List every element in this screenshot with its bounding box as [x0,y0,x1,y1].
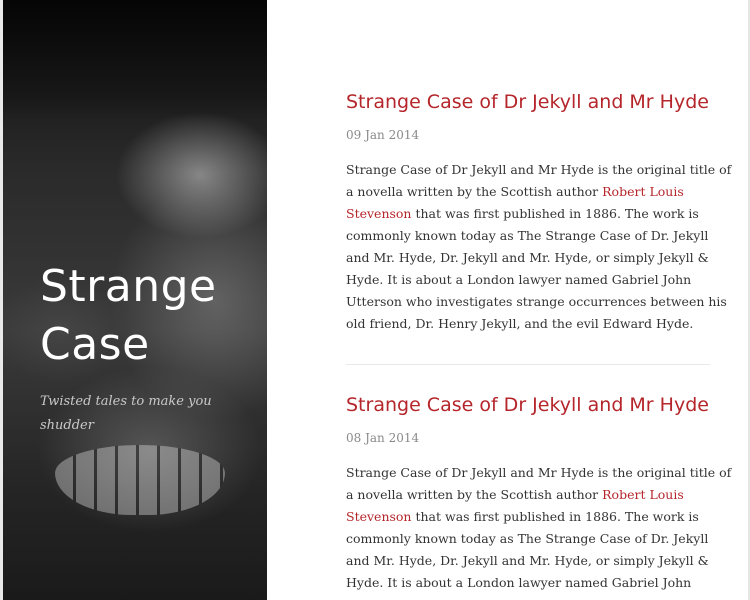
excerpt-text: that was first published in 1886. The wo… [411,206,699,221]
sidebar-background-detail [55,445,225,515]
excerpt-text: a novella written by the Scottish author [346,487,603,502]
excerpt-line: a novella written by the Scottish author… [346,181,710,203]
sidebar-background-image [0,0,267,120]
excerpt-text: a novella written by the Scottish author [346,184,603,199]
site-tagline: Twisted tales to make you shudder [40,390,240,438]
site-title[interactable]: Strange Case [40,258,255,374]
post-item: Strange Case of Dr Jekyll and Mr Hyde 09… [346,89,732,335]
excerpt-line: Strange Case of Dr Jekyll and Mr Hyde is… [346,162,732,177]
post-title-link[interactable]: Strange Case of Dr Jekyll and Mr Hyde [346,89,710,115]
tagline-line-1: Twisted tales to make you [40,394,212,409]
excerpt-line: and Mr. Hyde, Dr. Jekyll and Mr. Hyde, o… [346,553,709,568]
site-title-line-1[interactable]: Strange [40,261,217,312]
post-date: 08 Jan 2014 [346,431,420,445]
window-edge [0,0,3,600]
excerpt-line: old friend, Dr. Henry Jekyll, and the ev… [346,316,694,331]
excerpt-line: Utterson who investigates strange occurr… [346,294,727,309]
excerpt-line: and Mr. Hyde, Dr. Jekyll and Mr. Hyde, o… [346,250,709,265]
excerpt-line: a novella written by the Scottish author… [346,484,710,506]
excerpt-line: commonly known today as The Strange Case… [346,228,709,243]
author-link[interactable]: Robert Louis [602,487,684,502]
post-item: Strange Case of Dr Jekyll and Mr Hyde 08… [346,392,732,594]
excerpt-line: commonly known today as The Strange Case… [346,531,709,546]
author-link[interactable]: Robert Louis [602,184,684,199]
excerpt-line: Stevenson that was first published in 18… [346,506,710,528]
excerpt-line: Strange Case of Dr Jekyll and Mr Hyde is… [346,465,732,480]
post-excerpt: Strange Case of Dr Jekyll and Mr Hyde is… [346,159,732,335]
post-excerpt: Strange Case of Dr Jekyll and Mr Hyde is… [346,462,732,594]
tagline-line-2: shudder [40,418,94,433]
post-date: 09 Jan 2014 [346,128,420,142]
author-link-continued[interactable]: Stevenson [346,509,412,524]
excerpt-line: Hyde. It is about a London lawyer named … [346,575,692,590]
site-title-line-2[interactable]: Case [40,319,150,370]
sidebar: Strange Case Twisted tales to make you s… [0,0,267,600]
post-title-link[interactable]: Strange Case of Dr Jekyll and Mr Hyde [346,392,710,418]
author-link-continued[interactable]: Stevenson [346,206,412,221]
excerpt-line: Stevenson that was first published in 18… [346,203,710,225]
excerpt-text: that was first published in 1886. The wo… [411,509,699,524]
excerpt-line: Hyde. It is about a London lawyer named … [346,272,692,287]
post-divider [346,364,710,365]
